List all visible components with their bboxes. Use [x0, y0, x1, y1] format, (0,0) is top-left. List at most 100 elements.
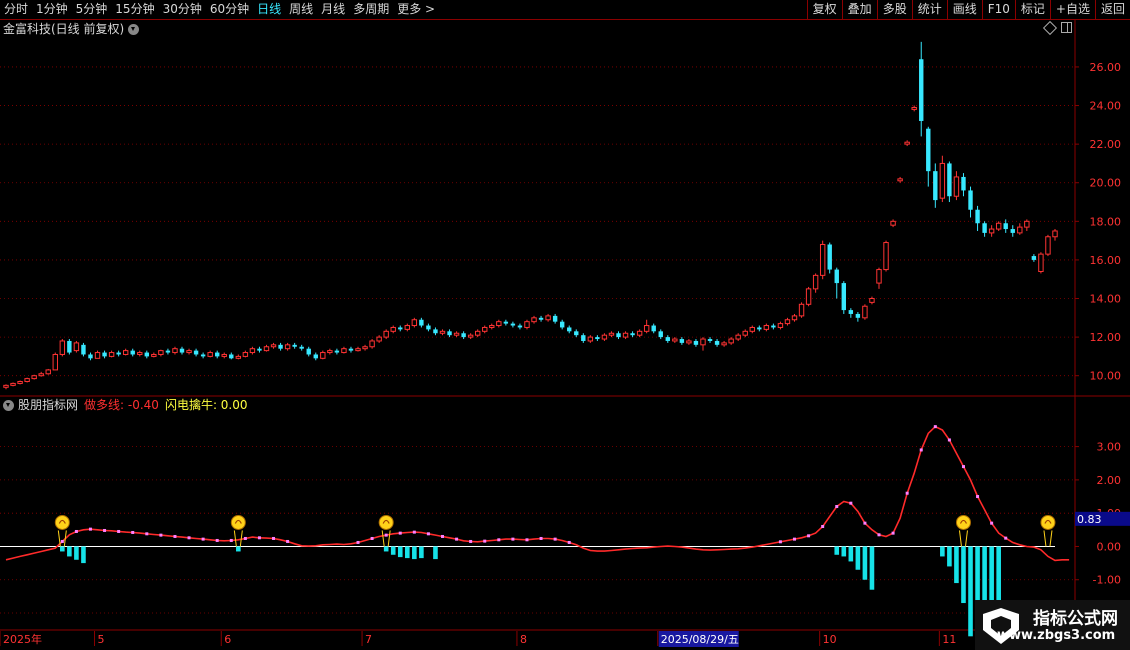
price-tick-label: 20.00: [1090, 177, 1122, 190]
long-line-dot: [553, 537, 557, 541]
candle-body: [320, 352, 326, 359]
candle: [215, 350, 220, 359]
candle: [398, 325, 403, 332]
tool-button-3[interactable]: 统计: [911, 0, 947, 19]
candle-body: [897, 178, 903, 182]
candle: [474, 329, 481, 338]
candle: [200, 352, 206, 359]
signal-stem: [1043, 530, 1047, 547]
indicator-bar: [236, 546, 241, 552]
tool-button-4[interactable]: 画线: [946, 0, 982, 19]
signal-marker: [1040, 514, 1056, 547]
candle-body: [693, 340, 699, 345]
indicator-bar: [67, 546, 72, 557]
candle-body: [67, 340, 72, 353]
period-tabs: 分时 1分钟 5分钟 15分钟 30分钟 60分钟 日线 周线 月线 多周期 更多 >: [0, 0, 439, 19]
panel-layout-icon[interactable]: [1061, 22, 1072, 33]
period-tab-10[interactable]: 更多 >: [393, 0, 439, 19]
candle: [574, 329, 579, 338]
diamond-icon[interactable]: [1042, 20, 1058, 35]
long-line-dot: [835, 505, 839, 509]
candle: [278, 342, 283, 351]
candle-body: [827, 244, 832, 270]
candle-body: [1024, 220, 1030, 228]
candle: [721, 340, 727, 347]
candle: [911, 105, 917, 112]
candle: [714, 339, 720, 347]
candle-body: [1038, 253, 1044, 272]
indicator-bar: [74, 546, 79, 560]
period-tab-0[interactable]: 分时: [0, 0, 32, 19]
tool-button-8[interactable]: 返回: [1094, 0, 1130, 19]
indicator-tick-label: 0.00: [1097, 540, 1122, 553]
dropdown-icon[interactable]: [128, 23, 140, 35]
indicator-dropdown-icon[interactable]: [3, 399, 14, 411]
candle: [890, 219, 896, 228]
candle-body: [151, 353, 157, 357]
long-line-dot: [539, 536, 543, 540]
legend-lightning: 闪电擒牛: 0.00: [164, 398, 248, 412]
candle: [320, 350, 326, 360]
main-chart-title: 金富科技(日线 前复权): [3, 21, 140, 37]
candle: [819, 240, 826, 280]
long-line-dot: [187, 536, 191, 540]
candle-body: [707, 339, 713, 341]
candle-body: [848, 310, 854, 314]
stock-title: 金富科技(日线 前复权): [3, 22, 125, 36]
period-tab-5[interactable]: 60分钟: [206, 0, 253, 19]
candle: [919, 41, 924, 137]
candle: [419, 317, 424, 328]
indicator-bar: [412, 546, 417, 560]
indicator-bar: [834, 546, 840, 555]
tool-button-0[interactable]: 复权: [806, 0, 842, 19]
candle-body: [52, 353, 58, 371]
candle-body: [376, 336, 382, 342]
tool-button-7[interactable]: +自选: [1049, 0, 1095, 19]
candle: [933, 163, 938, 208]
candle-body: [947, 163, 952, 197]
candle-body: [805, 288, 812, 305]
candle-body: [517, 325, 523, 328]
period-tab-9[interactable]: 多周期: [349, 0, 393, 19]
tool-button-5[interactable]: F10: [981, 0, 1015, 19]
long-line-dot: [201, 537, 205, 541]
long-line-dot: [440, 534, 444, 538]
long-line-dot: [933, 425, 937, 429]
candle-body: [545, 315, 551, 321]
time-tick-label: 7: [365, 633, 372, 646]
candle: [1045, 234, 1051, 257]
tool-button-2[interactable]: 多股: [876, 0, 912, 19]
candle: [524, 319, 530, 330]
candle-body: [777, 323, 784, 328]
candle: [749, 325, 755, 334]
indicator-tick-label: 2.00: [1097, 474, 1122, 487]
candle-body: [179, 348, 185, 353]
candle-body: [81, 344, 86, 355]
candle: [249, 346, 256, 355]
candle-body: [88, 354, 93, 359]
period-tab-7[interactable]: 周线: [285, 0, 317, 19]
candle: [608, 331, 615, 338]
tool-button-1[interactable]: 叠加: [841, 0, 877, 19]
candle-body: [116, 352, 121, 355]
tool-button-6[interactable]: 标记: [1014, 0, 1050, 19]
time-tick-label: 11: [942, 633, 956, 646]
candle-body: [467, 334, 474, 338]
candle: [763, 323, 770, 332]
period-tab-8[interactable]: 月线: [317, 0, 349, 19]
candle: [1024, 219, 1030, 231]
period-tab-6[interactable]: 日线: [253, 0, 285, 19]
period-tab-4[interactable]: 30分钟: [159, 0, 206, 19]
period-tab-3[interactable]: 15分钟: [111, 0, 158, 19]
candle-body: [763, 325, 770, 330]
candle: [862, 304, 868, 320]
candle: [130, 348, 135, 357]
period-tab-2[interactable]: 5分钟: [72, 0, 112, 19]
price-tick-label: 10.00: [1090, 370, 1122, 383]
candle-body: [73, 342, 80, 352]
candle: [636, 329, 643, 338]
candle: [1038, 252, 1044, 274]
period-tab-1[interactable]: 1分钟: [32, 0, 72, 19]
candle-body: [798, 303, 805, 317]
indicator-bar: [869, 546, 875, 590]
